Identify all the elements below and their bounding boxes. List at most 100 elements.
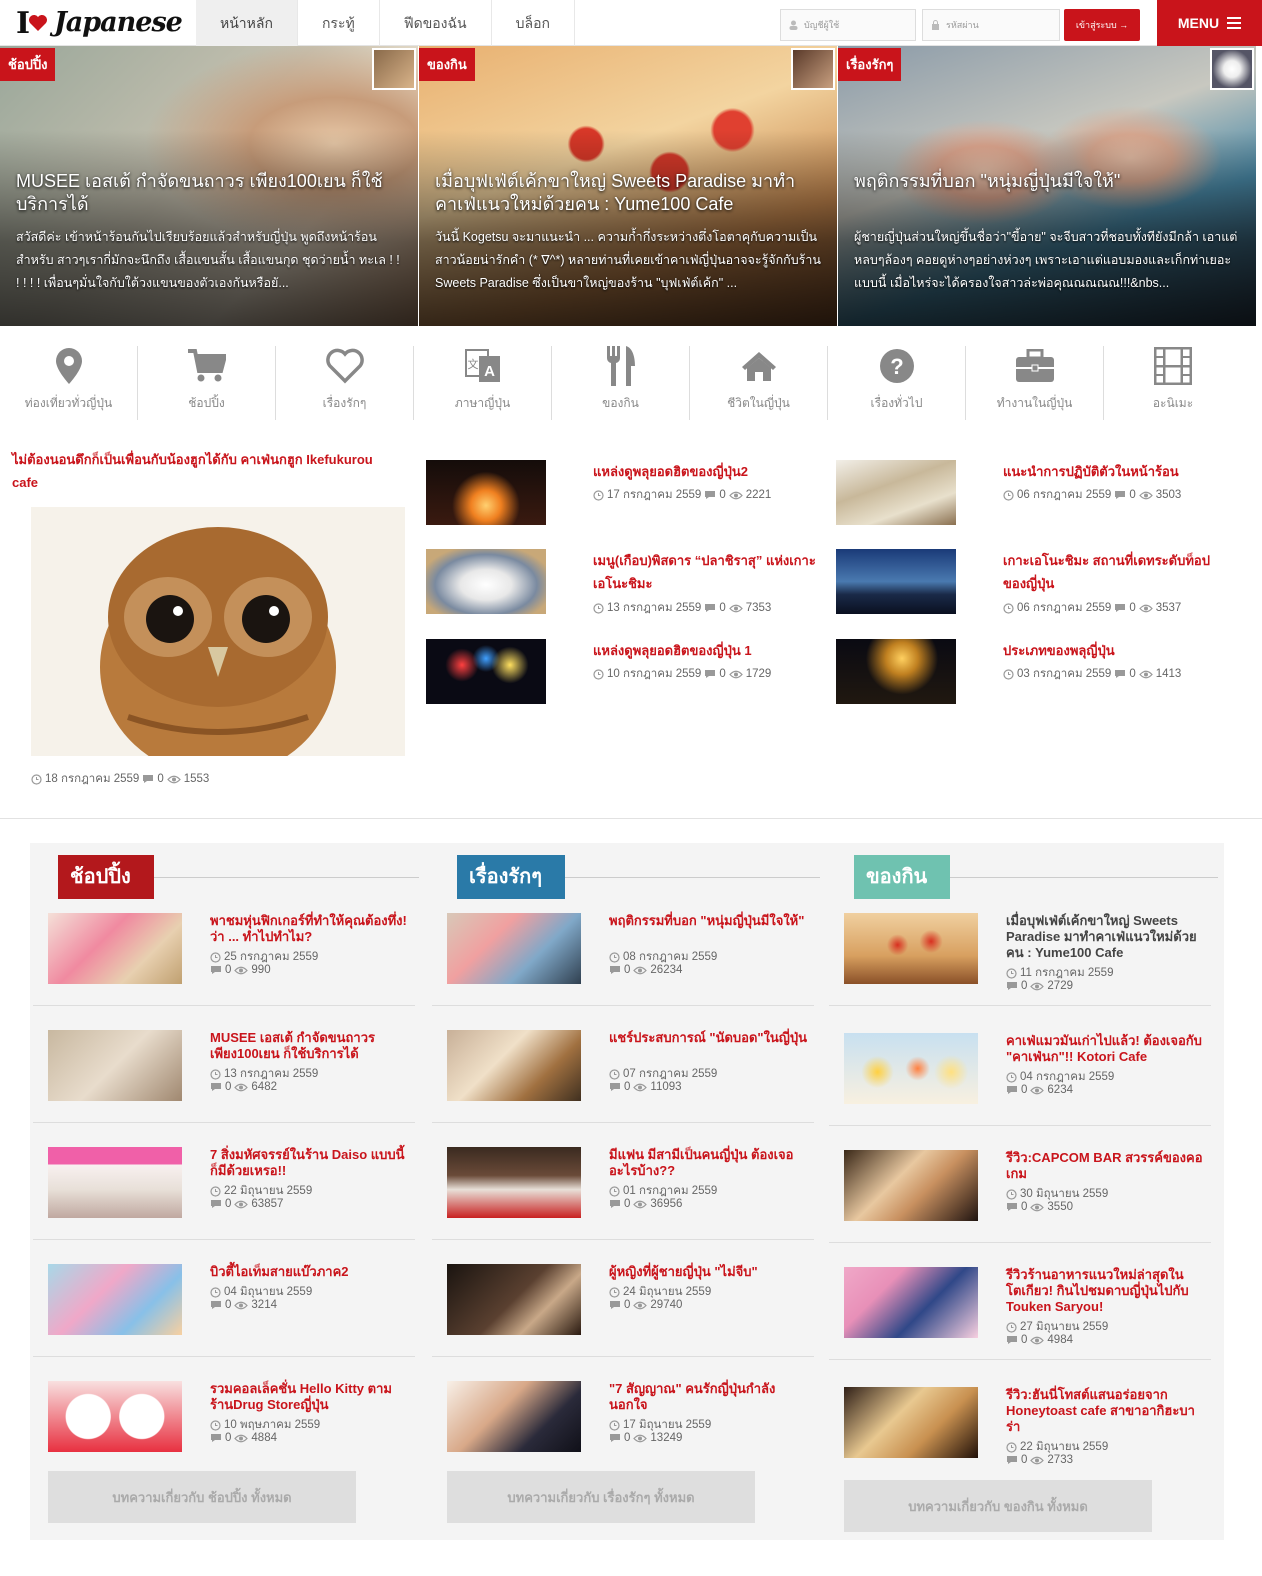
post-title[interactable]: ประเภทของพลุญี่ปุ่น (1003, 639, 1228, 662)
post-stats-row: 0 2733 (1006, 1454, 1073, 1466)
comment-icon (211, 1301, 221, 1309)
latest-post-item[interactable]: เกาะเอโนะชิมะ สถานที่เดทระดับท็อปของญี่ป… (836, 549, 1236, 619)
category-label: ช้อปปิ้ง (188, 396, 225, 410)
post-title[interactable]: พฤติกรรมที่บอก "หนุ่มญี่ปุ่นมีใจให้" (609, 913, 809, 929)
category-language[interactable]: A文 ภาษาญี่ปุ่น (414, 346, 552, 420)
nav-home[interactable]: หน้าหลัก (196, 0, 298, 46)
post-title[interactable]: MUSEE เอสเต้ กำจัดขนถาวร เพียง100เยน ก็ใ… (210, 1030, 410, 1062)
view-count: 3214 (251, 1299, 277, 1311)
hero-slide[interactable]: เรื่องรักๆ พฤติกรรมที่บอก "หนุ่มญี่ปุ่นม… (838, 46, 1256, 326)
column-post[interactable]: รีวิวร้านอาหารแนวใหม่ล่าสุดในโตเกียว! กิ… (826, 1197, 1214, 1360)
view-all-button[interactable]: บทความเกี่ยวกับ ของกิน ทั้งหมด (844, 1480, 1152, 1532)
featured-image[interactable] (31, 507, 405, 756)
clock-icon (609, 1286, 620, 1298)
post-title[interactable]: 7 สิ่งมหัศจรรย์ในร้าน Daiso แบบนี้ก็มีด้… (210, 1147, 410, 1179)
login-button[interactable]: เข้าสู่ระบบ → (1064, 9, 1140, 41)
latest-post-item[interactable]: ประเภทของพลุญี่ปุ่น 03 กรกฎาคม 2559 0 1413 (836, 639, 1236, 709)
post-title[interactable]: แหล่งดูพลุยอดฮิตของญี่ปุ่น2 (593, 460, 818, 483)
category-life[interactable]: ชีวิตในญี่ปุ่น (690, 346, 828, 420)
category-work[interactable]: ทำงานในญี่ปุ่น (966, 346, 1104, 420)
post-date: 03 กรกฎาคม 2559 (1017, 668, 1112, 680)
column-post[interactable]: ผู้หญิงที่ผู้ชายญี่ปุ่น "ไม่จีบ" 24 มิถุน… (429, 1194, 817, 1357)
post-thumbnail[interactable] (836, 460, 956, 525)
comment-count: 0 (1129, 489, 1136, 501)
hero-slide[interactable]: ช้อปปิ้ง MUSEE เอสเต้ กำจัดขนถาวร เพียง1… (0, 46, 418, 326)
clock-icon (1006, 1441, 1017, 1453)
post-title[interactable]: คาเฟ่แมวมันเก่าไปแล้ว! ต้องเจอกับ "คาเฟ่… (1006, 1033, 1206, 1065)
column-post[interactable]: รวมคอลเล็คชั่น Hello Kitty ตามร้านDrug S… (30, 1311, 418, 1452)
column-post[interactable]: คาเฟ่แมวมันเก่าไปแล้ว! ต้องเจอกับ "คาเฟ่… (826, 963, 1214, 1126)
post-title[interactable]: มีแฟน มีสามีเป็นคนญี่ปุ่น ต้องเจออะไรบ้า… (609, 1147, 809, 1179)
menu-button[interactable]: MENU (1157, 0, 1262, 46)
column-post[interactable]: MUSEE เอสเต้ กำจัดขนถาวร เพียง100เยน ก็ใ… (30, 960, 418, 1123)
post-thumbnail[interactable] (836, 639, 956, 704)
slide-title[interactable]: พฤติกรรมที่บอก "หนุ่มญี่ปุ่นมีใจให้" (854, 170, 1242, 193)
post-date: 17 กรกฎาคม 2559 (607, 489, 702, 501)
post-title[interactable]: เกาะเอโนะชิมะ สถานที่เดทระดับท็อปของญี่ป… (1003, 549, 1228, 595)
post-title[interactable]: เมนู(เกือบ)พิสดาร “ปลาชิราสุ” แห่งเกาะเอ… (593, 549, 818, 595)
column-post[interactable]: พฤติกรรมที่บอก "หนุ่มญี่ปุ่นมีใจให้" 08 ก… (429, 843, 817, 1006)
featured-title[interactable]: ไม่ต้องนอนดึกก็เป็นเพื่อนกับน้องฮูกได้กั… (12, 448, 382, 494)
latest-post-item[interactable]: แหล่งดูพลุยอดฮิตของญี่ปุ่น 1 10 กรกฎาคม 2… (426, 639, 826, 709)
post-title[interactable]: แชร์ประสบการณ์ "นัดบอด"ในญี่ปุ่น (609, 1030, 809, 1046)
post-title[interactable]: รีวิว:ฮันนี่โทสต์แสนอร่อยจาก Honeytoast … (1006, 1387, 1206, 1435)
column-post[interactable]: พาชมหุ่นฟิกเกอร์ที่ทำให้คุณต้องทึ่ง! ว่า… (30, 843, 418, 1006)
post-title[interactable]: "7 สัญญาณ" คนรักญี่ปุ่นกำลังนอกใจ (609, 1381, 809, 1413)
column-post[interactable]: "7 สัญญาณ" คนรักญี่ปุ่นกำลังนอกใจ 17 มิถุ… (429, 1311, 817, 1452)
column-post[interactable]: เมื่อบุฟเฟ่ต์เค้กขาใหญ่ Sweets Paradise … (826, 843, 1214, 1006)
column-post[interactable]: มีแฟน มีสามีเป็นคนญี่ปุ่น ต้องเจออะไรบ้า… (429, 1077, 817, 1240)
nav-forum[interactable]: กระทู้ (298, 0, 380, 46)
category-tag[interactable]: ของกิน (419, 48, 475, 81)
column-post[interactable]: แชร์ประสบการณ์ "นัดบอด"ในญี่ปุ่น 07 กรกฎา… (429, 960, 817, 1123)
category-general[interactable]: ? เรื่องทั่วไป (828, 346, 966, 420)
clock-icon (593, 489, 604, 501)
post-title[interactable]: พาชมหุ่นฟิกเกอร์ที่ทำให้คุณต้องทึ่ง! ว่า… (210, 913, 410, 945)
post-title[interactable]: แหล่งดูพลุยอดฮิตของญี่ปุ่น 1 (593, 639, 818, 662)
category-food[interactable]: ของกิน (552, 346, 690, 420)
view-all-button[interactable]: บทความเกี่ยวกับ ช้อปปิ้ง ทั้งหมด (48, 1471, 356, 1523)
svg-text:A: A (484, 363, 495, 380)
nav-blog[interactable]: บล็อก (492, 0, 575, 46)
post-title[interactable]: แนะนำการปฏิบัติตัวในหน้าร้อน (1003, 460, 1228, 483)
post-title[interactable]: รวมคอลเล็คชั่น Hello Kitty ตามร้านDrug S… (210, 1381, 410, 1413)
password-field[interactable]: รหัสผ่าน (922, 9, 1060, 41)
view-all-button[interactable]: บทความเกี่ยวกับ เรื่องรักๆ ทั้งหมด (447, 1471, 755, 1523)
column-post[interactable]: รีวิว:ฮันนี่โทสต์แสนอร่อยจาก Honeytoast … (826, 1317, 1214, 1466)
site-logo[interactable]: I Japanese (14, 4, 184, 42)
post-thumbnail[interactable] (426, 460, 546, 525)
post-thumbnail[interactable] (447, 1381, 581, 1452)
column-post[interactable]: รีวิว:CAPCOM BAR สวรรค์ของคอเกม 30 มิถุนา… (826, 1080, 1214, 1243)
slide-title[interactable]: MUSEE เอสเต้ กำจัดขนถาวร เพียง100เยน ก็ใ… (16, 170, 404, 216)
slide-title[interactable]: เมื่อบุฟเฟ่ต์เค้กขาใหญ่ Sweets Paradise … (435, 170, 823, 216)
latest-post-item[interactable]: แนะนำการปฏิบัติตัวในหน้าร้อน 06 กรกฎาคม 2… (836, 460, 1236, 530)
category-tag[interactable]: เรื่องรักๆ (838, 48, 902, 81)
post-title[interactable]: รีวิว:CAPCOM BAR สวรรค์ของคอเกม (1006, 1150, 1206, 1182)
comment-count: 0 (1129, 668, 1136, 680)
latest-post-item[interactable]: แหล่งดูพลุยอดฮิตของญี่ปุ่น2 17 กรกฎาคม 25… (426, 460, 826, 530)
lock-icon (932, 20, 939, 30)
category-anime[interactable]: อะนิเมะ (1104, 346, 1242, 420)
post-meta: 17 กรกฎาคม 2559 0 2221 (593, 486, 771, 504)
nav-my-feed[interactable]: ฟีดของฉัน (380, 0, 492, 46)
category-travel[interactable]: ท่องเที่ยวทั่วญี่ปุ่น (0, 346, 138, 420)
eye-icon (234, 1434, 249, 1442)
post-title[interactable]: เมื่อบุฟเฟ่ต์เค้กขาใหญ่ Sweets Paradise … (1006, 913, 1206, 961)
hero-slide[interactable]: ของกิน เมื่อบุฟเฟ่ต์เค้กขาใหญ่ Sweets Pa… (419, 46, 837, 326)
post-thumbnail[interactable] (836, 549, 956, 614)
category-tag[interactable]: ช้อปปิ้ง (0, 48, 56, 81)
category-love[interactable]: เรื่องรักๆ (276, 346, 414, 420)
latest-post-item[interactable]: เมนู(เกือบ)พิสดาร “ปลาชิราสุ” แห่งเกาะเอ… (426, 549, 826, 619)
post-title[interactable]: ผู้หญิงที่ผู้ชายญี่ปุ่น "ไม่จีบ" (609, 1264, 809, 1280)
category-shopping[interactable]: ช้อปปิ้ง (138, 346, 276, 420)
post-title[interactable]: บิวตี้ไอเท็มสายแบ๊วภาค2 (210, 1264, 410, 1280)
column-post[interactable]: บิวตี้ไอเท็มสายแบ๊วภาค2 04 มิถุนายน 2559 0… (30, 1194, 418, 1357)
post-thumbnail[interactable] (426, 549, 546, 614)
column-post[interactable]: 7 สิ่งมหัศจรรย์ในร้าน Daiso แบบนี้ก็มีด้… (30, 1077, 418, 1240)
post-thumbnail[interactable] (426, 639, 546, 704)
category-label: ภาษาญี่ปุ่น (454, 396, 511, 410)
post-thumbnail[interactable] (48, 1381, 182, 1452)
username-field[interactable]: บัญชีผู้ใช้ (780, 9, 916, 41)
view-count: 1553 (183, 773, 210, 785)
post-title[interactable]: รีวิวร้านอาหารแนวใหม่ล่าสุดในโตเกียว! กิ… (1006, 1267, 1206, 1315)
post-thumbnail[interactable] (844, 1387, 978, 1458)
